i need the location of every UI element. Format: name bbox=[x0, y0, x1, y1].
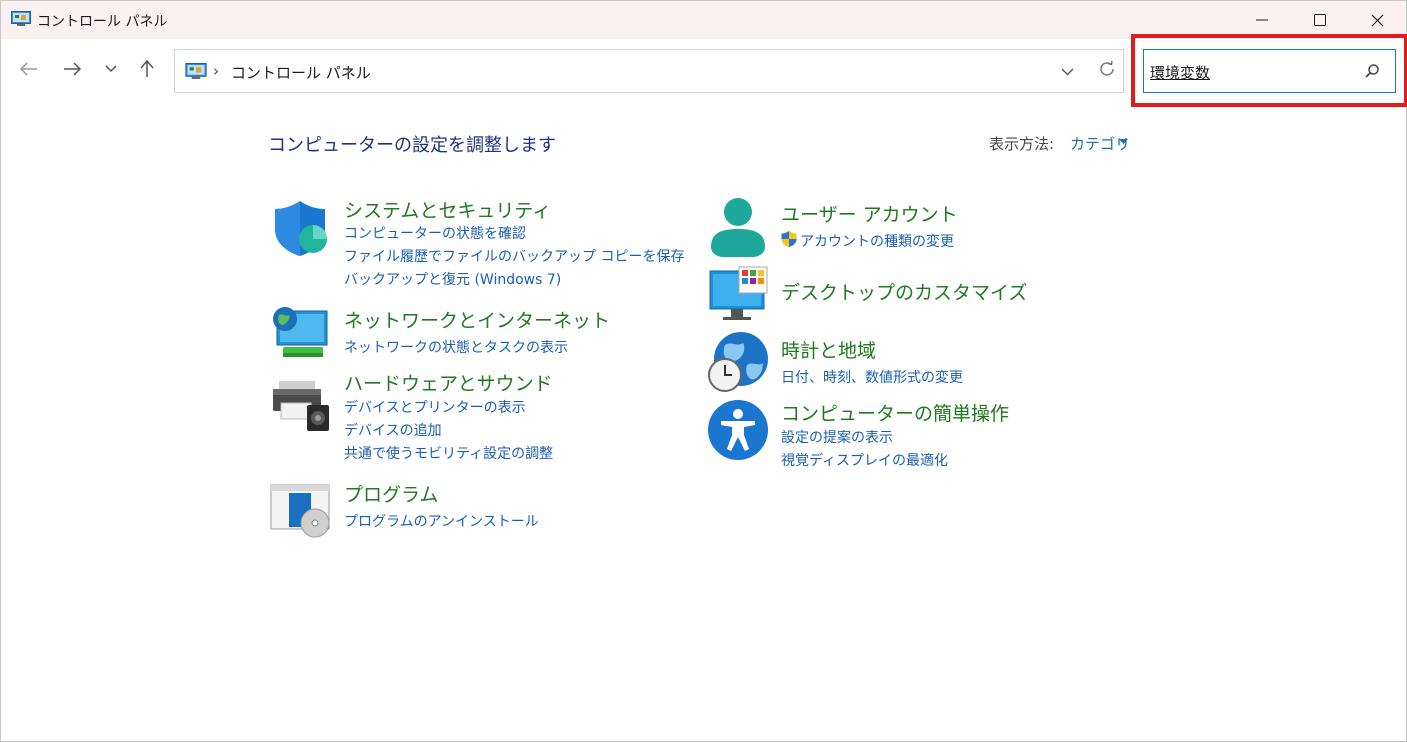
close-icon bbox=[1371, 14, 1383, 26]
control-panel-icon bbox=[11, 11, 31, 26]
window-title: コントロール パネル bbox=[37, 14, 168, 30]
control-panel-icon bbox=[185, 63, 207, 79]
accessibility-icon[interactable] bbox=[707, 399, 769, 461]
search-icon[interactable] bbox=[1363, 62, 1381, 80]
link-uninstall-program[interactable]: プログラムのアンインストール bbox=[344, 511, 539, 531]
link-change-account-type[interactable]: アカウントの種類の変更 bbox=[800, 231, 954, 251]
desktop-monitor-icon[interactable] bbox=[707, 265, 769, 327]
link-mobility-settings[interactable]: 共通で使うモビリティ設定の調整 bbox=[344, 443, 553, 463]
recent-locations-button[interactable] bbox=[95, 53, 127, 85]
address-dropdown-button[interactable] bbox=[1055, 62, 1079, 82]
link-backup-restore[interactable]: バックアップと復元 (Windows 7) bbox=[344, 269, 561, 289]
arrow-left-icon bbox=[20, 62, 37, 76]
search-input[interactable]: 環境変数 bbox=[1143, 49, 1396, 93]
link-network-status[interactable]: ネットワークの状態とタスクの表示 bbox=[344, 337, 568, 357]
printer-speaker-icon[interactable] bbox=[269, 373, 331, 435]
category-clock-region[interactable]: 時計と地域 bbox=[781, 336, 876, 363]
address-bar[interactable]: › コントロール パネル › bbox=[174, 49, 1124, 93]
shield-icon[interactable] bbox=[269, 197, 331, 259]
refresh-button[interactable] bbox=[1095, 57, 1119, 81]
chevron-down-icon bbox=[105, 65, 117, 73]
breadcrumb-chevron-icon[interactable]: › bbox=[345, 62, 351, 80]
uac-shield-icon bbox=[781, 231, 797, 247]
page-title: コンピューターの設定を調整します bbox=[268, 135, 556, 156]
chevron-down-icon bbox=[1061, 68, 1073, 76]
network-globe-icon[interactable] bbox=[269, 303, 331, 365]
link-check-status[interactable]: コンピューターの状態を確認 bbox=[344, 223, 526, 243]
user-account-icon[interactable] bbox=[707, 197, 769, 259]
caret-down-icon[interactable] bbox=[1119, 139, 1128, 144]
link-date-time-format[interactable]: 日付、時刻、数値形式の変更 bbox=[781, 367, 963, 387]
category-system-security[interactable]: システムとセキュリティ bbox=[344, 196, 551, 223]
view-by-label: 表示方法: bbox=[989, 135, 1055, 153]
arrow-right-icon bbox=[64, 62, 81, 76]
programs-icon[interactable] bbox=[269, 479, 331, 541]
link-optimize-display[interactable]: 視覚ディスプレイの最適化 bbox=[781, 450, 948, 470]
link-suggested-settings[interactable]: 設定の提案の表示 bbox=[781, 427, 893, 447]
refresh-icon bbox=[1100, 60, 1114, 76]
category-network-internet[interactable]: ネットワークとインターネット bbox=[344, 306, 610, 333]
clock-globe-icon[interactable] bbox=[707, 331, 769, 393]
breadcrumb-chevron-icon[interactable]: › bbox=[213, 62, 219, 80]
link-file-history[interactable]: ファイル履歴でファイルのバックアップ コピーを保存 bbox=[344, 246, 684, 266]
category-hardware-sound[interactable]: ハードウェアとサウンド bbox=[344, 369, 553, 396]
link-devices-printers[interactable]: デバイスとプリンターの表示 bbox=[344, 397, 526, 417]
category-programs[interactable]: プログラム bbox=[344, 480, 438, 507]
category-desktop-customization[interactable]: デスクトップのカスタマイズ bbox=[781, 278, 1027, 305]
up-button[interactable] bbox=[131, 53, 163, 85]
category-user-accounts[interactable]: ユーザー アカウント bbox=[781, 200, 958, 227]
category-ease-of-access[interactable]: コンピューターの簡単操作 bbox=[781, 399, 1009, 426]
control-panel-window: コントロール パネル › コントロール パネル › 環境変数 コンピューターの設… bbox=[0, 0, 1407, 742]
arrow-up-icon bbox=[140, 60, 154, 77]
back-button[interactable] bbox=[13, 53, 45, 85]
forward-button[interactable] bbox=[56, 53, 88, 85]
maximize-icon bbox=[1314, 14, 1326, 26]
link-add-device[interactable]: デバイスの追加 bbox=[344, 420, 442, 440]
minimize-icon bbox=[1256, 19, 1268, 21]
search-input-value[interactable]: 環境変数 bbox=[1150, 62, 1210, 83]
